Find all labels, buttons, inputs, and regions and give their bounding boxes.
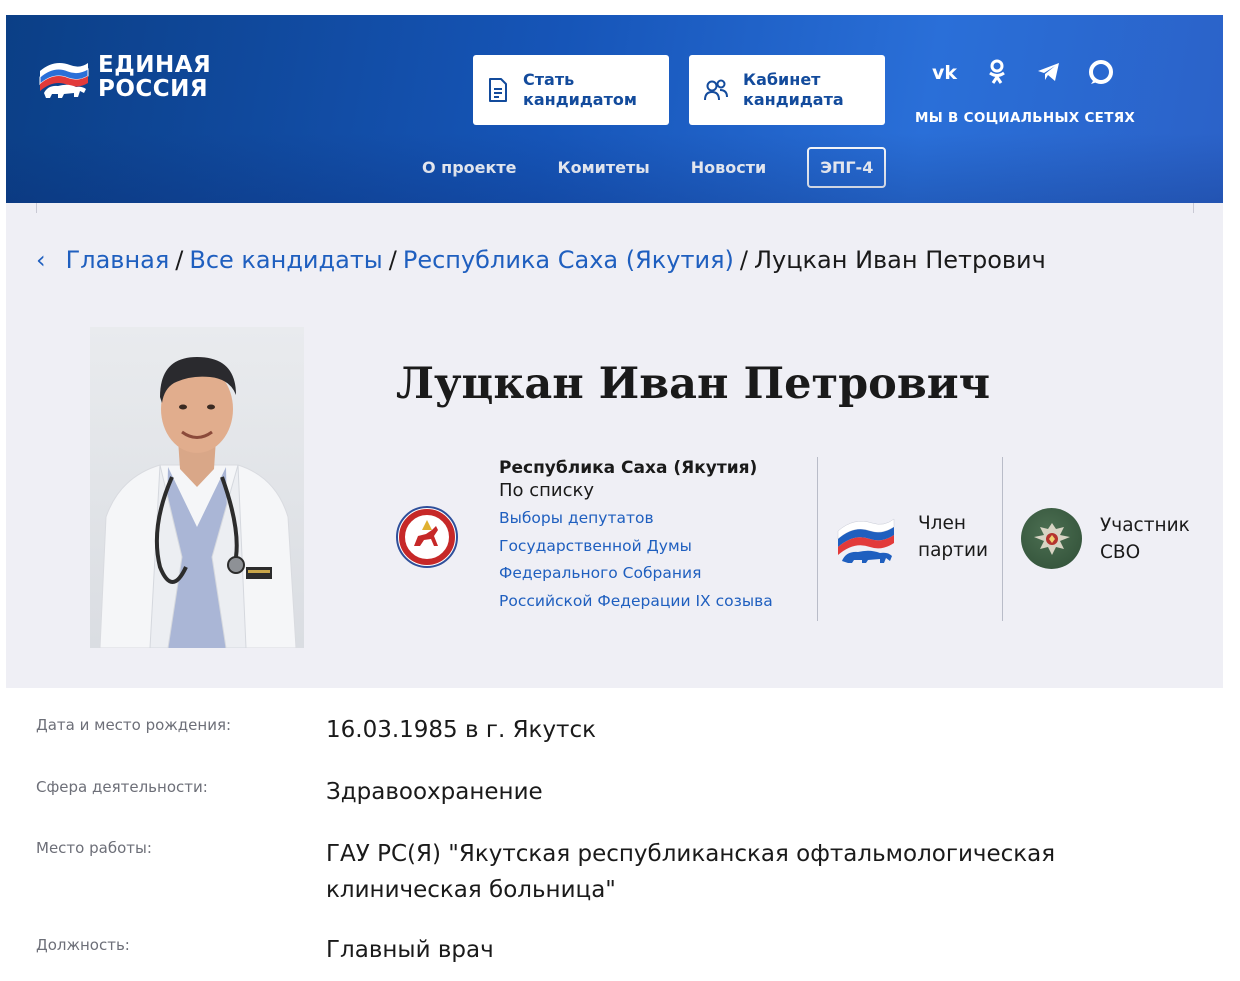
breadcrumb-current: Луцкан Иван Петрович bbox=[753, 246, 1046, 274]
breadcrumb-separator: / bbox=[388, 246, 397, 274]
army-emblem-icon bbox=[1021, 508, 1082, 569]
detail-value: Здравоохранение bbox=[326, 779, 543, 805]
election-line: Федерального Собрания bbox=[499, 564, 702, 582]
chevron-left-icon[interactable]: ‹ bbox=[36, 246, 46, 274]
list-type: По списку bbox=[499, 480, 595, 501]
detail-label: Должность: bbox=[36, 936, 130, 954]
profile-panel: ‹ Главная / Все кандидаты / Республика С… bbox=[6, 203, 1223, 688]
users-icon bbox=[704, 79, 728, 101]
yakutia-emblem-icon bbox=[396, 506, 458, 568]
svo-participant-label: Участник СВО bbox=[1100, 514, 1190, 563]
svo-participant-badge: Участник СВО bbox=[1021, 508, 1190, 569]
nav-epg-button[interactable]: ЭПГ-4 bbox=[807, 147, 887, 188]
breadcrumb-home[interactable]: Главная bbox=[66, 246, 170, 274]
socials-label: МЫ В СОЦИАЛЬНЫХ СЕТЯХ bbox=[915, 110, 1136, 126]
breadcrumb-separator: / bbox=[739, 246, 748, 274]
breadcrumb: ‹ Главная / Все кандидаты / Республика С… bbox=[36, 246, 1046, 274]
election-line: Российской Федерации IX созыва bbox=[499, 591, 773, 610]
candidate-cabinet-label: Кабинет кандидата bbox=[743, 70, 844, 109]
party-logo[interactable]: ЕДИНАЯ РОССИЯ bbox=[36, 53, 211, 101]
become-candidate-button[interactable]: Стать кандидатом bbox=[473, 55, 669, 125]
detail-value: ГАУ РС(Я) "Якутская республиканская офта… bbox=[326, 841, 1056, 903]
region-title: Республика Саха (Якутия) bbox=[499, 458, 758, 478]
detail-label: Место работы: bbox=[36, 839, 152, 857]
candidate-photo bbox=[90, 327, 304, 648]
bear-flag-icon bbox=[39, 63, 89, 98]
telegram-icon[interactable] bbox=[1034, 62, 1064, 87]
candidate-name: Луцкан Иван Петрович bbox=[396, 359, 991, 409]
detail-value: 16.03.1985 в г. Якутск bbox=[326, 717, 596, 743]
site-header: ЕДИНАЯ РОССИЯ Стать кандидатом Кабинет к… bbox=[6, 15, 1223, 203]
document-icon bbox=[489, 78, 507, 102]
party-bear-icon bbox=[837, 518, 895, 563]
divider bbox=[1002, 457, 1003, 621]
nav-about[interactable]: О проекте bbox=[422, 158, 517, 177]
max-icon[interactable] bbox=[1086, 59, 1116, 90]
become-candidate-label: Стать кандидатом bbox=[523, 70, 637, 109]
vk-icon[interactable]: vk bbox=[930, 62, 960, 87]
social-links: vk bbox=[930, 59, 1116, 90]
logo-line-2: РОССИЯ bbox=[98, 76, 209, 102]
svg-text:vk: vk bbox=[932, 62, 957, 82]
party-member-badge: Член партии bbox=[836, 510, 988, 564]
breadcrumb-region[interactable]: Республика Саха (Якутия) bbox=[403, 246, 734, 274]
breadcrumb-separator: / bbox=[175, 246, 184, 274]
election-link[interactable]: Выборы депутатов Государственной Думы Фе… bbox=[499, 505, 809, 615]
divider bbox=[36, 203, 37, 213]
party-member-label: Член партии bbox=[918, 513, 988, 561]
region-info: Республика Саха (Якутия) По списку Выбор… bbox=[499, 458, 809, 615]
main-nav: О проекте Комитеты Новости ЭПГ-4 bbox=[422, 147, 887, 188]
detail-label: Сфера деятельности: bbox=[36, 778, 208, 796]
nav-committees[interactable]: Комитеты bbox=[558, 158, 650, 177]
ok-icon[interactable] bbox=[982, 59, 1012, 90]
election-line: Государственной Думы bbox=[499, 536, 692, 555]
candidate-cabinet-button[interactable]: Кабинет кандидата bbox=[689, 55, 885, 125]
divider bbox=[817, 457, 818, 621]
nav-news[interactable]: Новости bbox=[691, 158, 766, 177]
detail-label: Дата и место рождения: bbox=[36, 716, 232, 734]
logo-line-1: ЕДИНАЯ bbox=[98, 52, 212, 78]
breadcrumb-all-candidates[interactable]: Все кандидаты bbox=[189, 246, 382, 274]
election-line: Выборы депутатов bbox=[499, 509, 654, 527]
detail-value: Главный врач bbox=[326, 937, 494, 963]
divider bbox=[1193, 203, 1194, 213]
